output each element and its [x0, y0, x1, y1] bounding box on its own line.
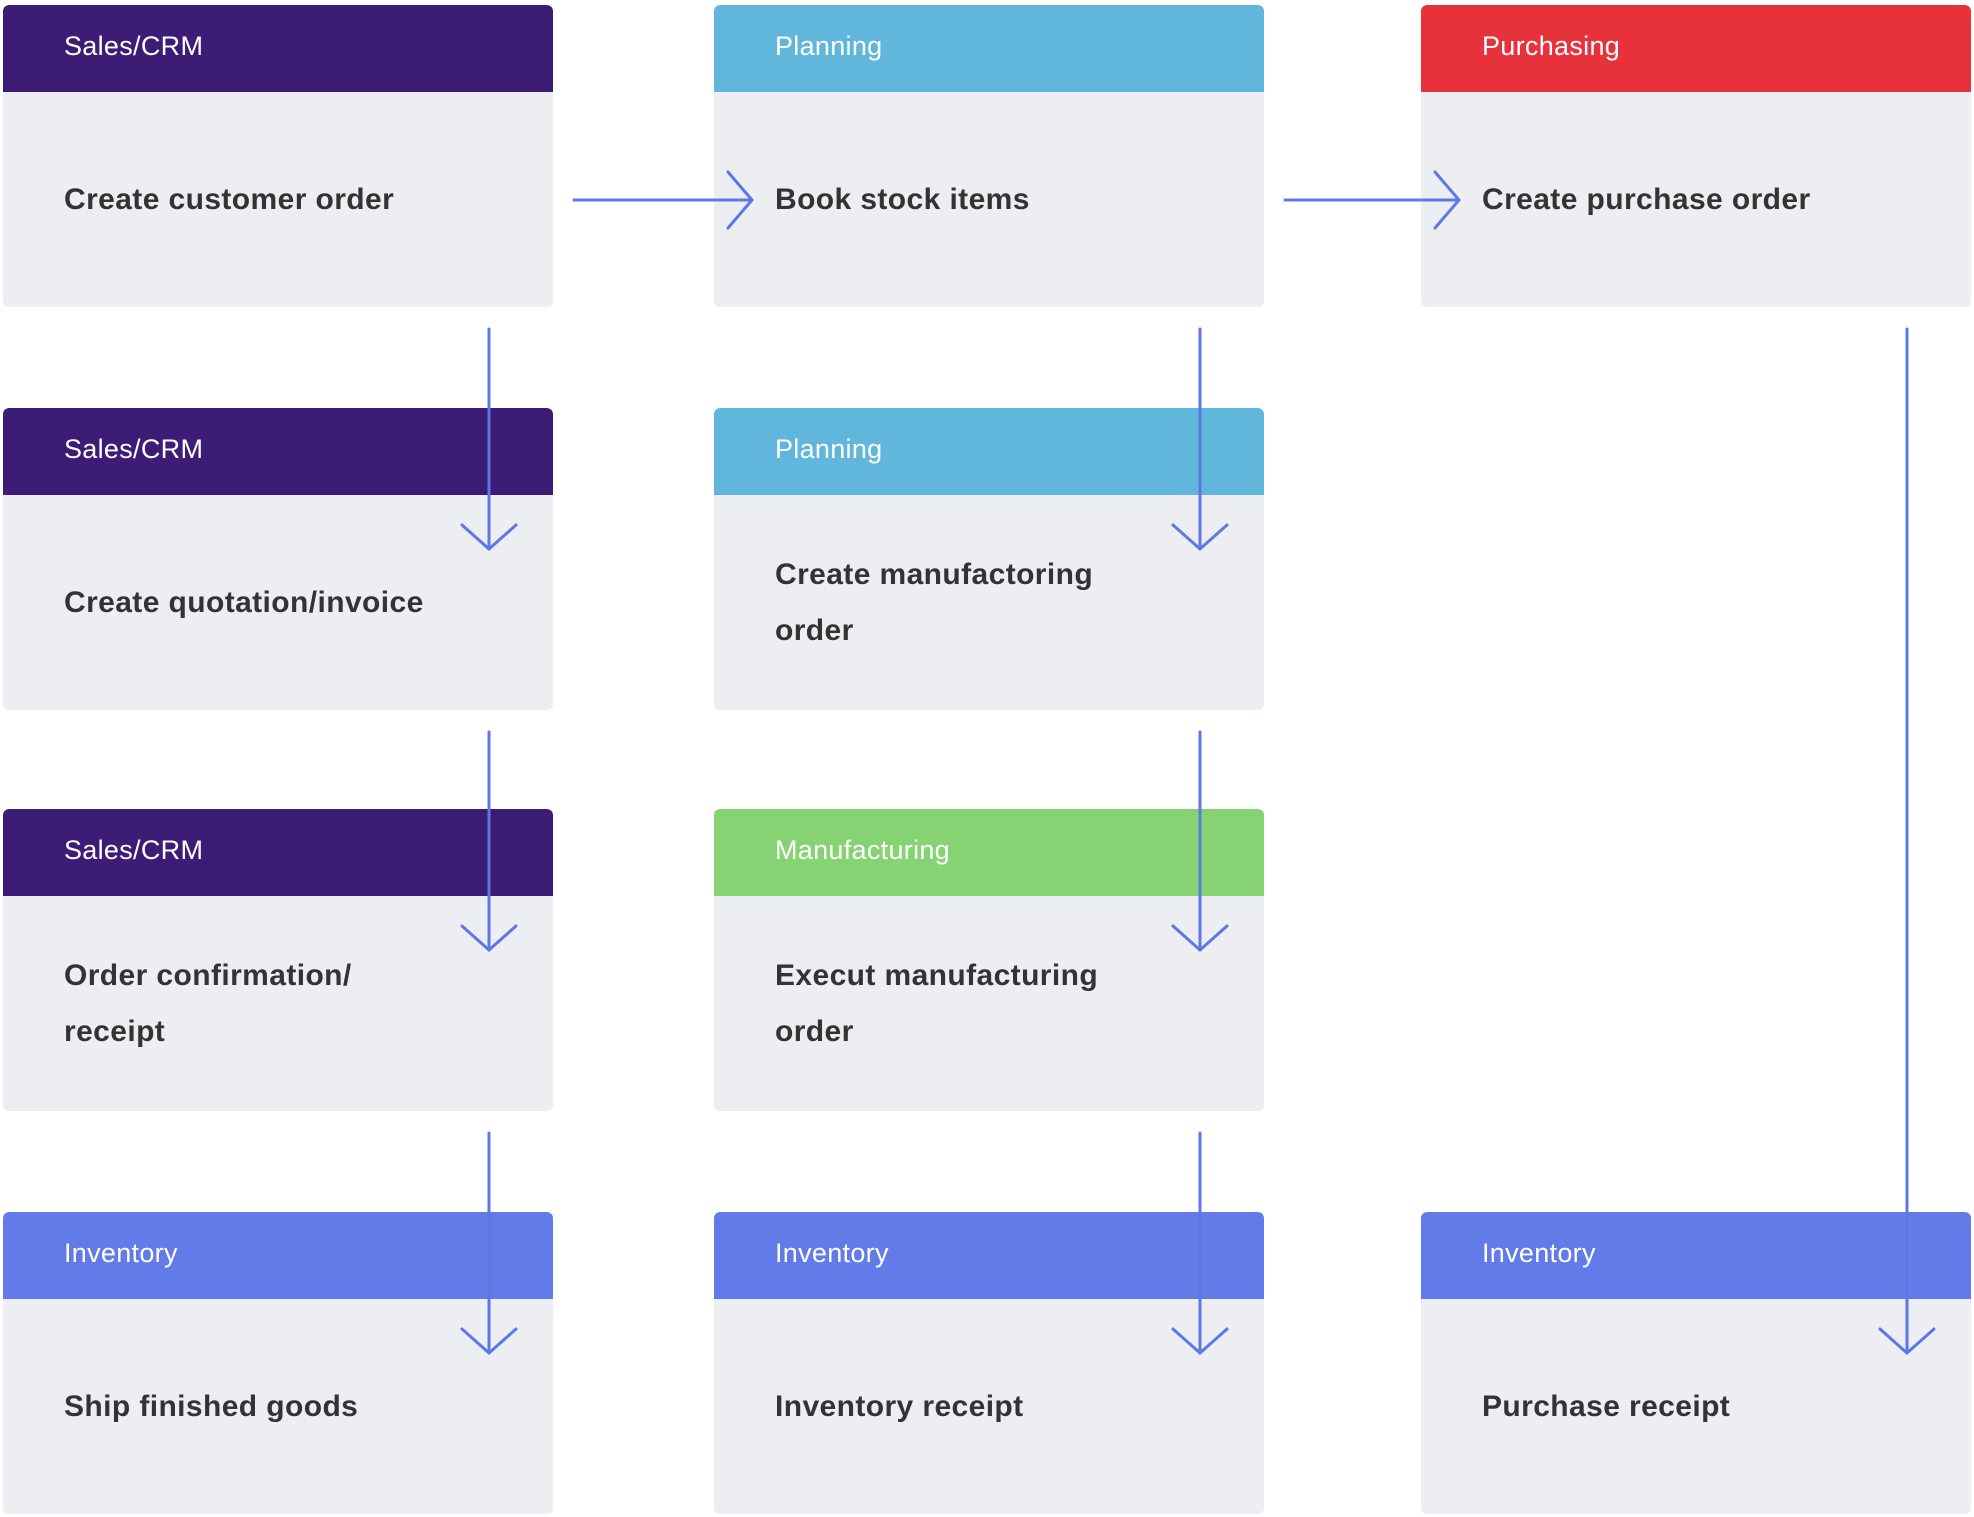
process-card-purchase-receipt[interactable]: Inventory Purchase receipt — [1421, 1212, 1971, 1514]
process-card-order-confirmation-receipt[interactable]: Sales/CRM Order confirmation/ receipt — [3, 809, 553, 1111]
category-label: Planning — [775, 434, 883, 464]
card-category-header: Inventory — [1421, 1212, 1971, 1299]
step-label: Create manufactoring order — [775, 557, 1094, 647]
card-body: Create quotation/invoice — [3, 495, 553, 710]
card-body: Ship finished goods — [3, 1299, 553, 1514]
card-category-header: Inventory — [3, 1212, 553, 1299]
card-category-header: Planning — [714, 408, 1264, 495]
card-body: Book stock items — [714, 92, 1264, 307]
step-label: Create purchase order — [1482, 182, 1811, 216]
category-label: Sales/CRM — [64, 835, 204, 865]
card-category-header: Manufacturing — [714, 809, 1264, 896]
step-label: Inventory receipt — [775, 1389, 1024, 1423]
card-body: Purchase receipt — [1421, 1299, 1971, 1514]
card-body: Create manufactoring order — [714, 495, 1264, 710]
card-category-header: Sales/CRM — [3, 809, 553, 896]
category-label: Inventory — [775, 1238, 889, 1268]
card-category-header: Sales/CRM — [3, 5, 553, 92]
step-label: Create customer order — [64, 182, 395, 216]
card-category-header: Inventory — [714, 1212, 1264, 1299]
process-card-book-stock-items[interactable]: Planning Book stock items — [714, 5, 1264, 307]
category-label: Sales/CRM — [64, 31, 204, 61]
step-label: Create quotation/invoice — [64, 585, 424, 619]
process-card-ship-finished-goods[interactable]: Inventory Ship finished goods — [3, 1212, 553, 1514]
card-body: Create purchase order — [1421, 92, 1971, 307]
category-label: Manufacturing — [775, 835, 950, 865]
card-body: Execut manufacturing order — [714, 896, 1264, 1111]
card-body: Create customer order — [3, 92, 553, 307]
card-category-header: Planning — [714, 5, 1264, 92]
process-card-execut-manufacturing-order[interactable]: Manufacturing Execut manufacturing order — [714, 809, 1264, 1111]
card-category-header: Sales/CRM — [3, 408, 553, 495]
step-label: Order confirmation/ receipt — [64, 958, 352, 1048]
step-label: Ship finished goods — [64, 1389, 359, 1423]
step-label: Execut manufacturing order — [775, 958, 1099, 1048]
process-card-create-purchase-order[interactable]: Purchasing Create purchase order — [1421, 5, 1971, 307]
category-label: Inventory — [1482, 1238, 1596, 1268]
arrow-down-icon — [1878, 327, 1936, 1355]
category-label: Purchasing — [1482, 31, 1621, 61]
card-body: Inventory receipt — [714, 1299, 1264, 1514]
card-body: Order confirmation/ receipt — [3, 896, 553, 1111]
category-label: Inventory — [64, 1238, 178, 1268]
process-card-create-customer-order[interactable]: Sales/CRM Create customer order — [3, 5, 553, 307]
step-label: Book stock items — [775, 182, 1030, 216]
category-label: Planning — [775, 31, 883, 61]
process-card-create-quotation-invoice[interactable]: Sales/CRM Create quotation/invoice — [3, 408, 553, 710]
process-card-create-manufactoring-order[interactable]: Planning Create manufactoring order — [714, 408, 1264, 710]
process-card-inventory-receipt[interactable]: Inventory Inventory receipt — [714, 1212, 1264, 1514]
card-category-header: Purchasing — [1421, 5, 1971, 92]
step-label: Purchase receipt — [1482, 1389, 1731, 1423]
category-label: Sales/CRM — [64, 434, 204, 464]
